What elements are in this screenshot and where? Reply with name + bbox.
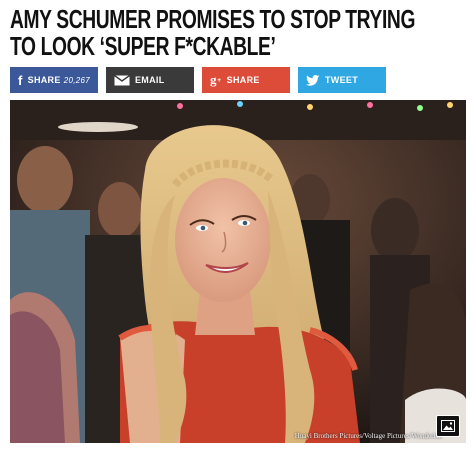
twitter-share-button[interactable]: TWEET [298, 67, 386, 93]
facebook-share-label: SHARE [27, 75, 61, 85]
twitter-icon [306, 74, 320, 86]
photo-image: Huayi Brothers Pictures/Voltage Pictures… [10, 100, 466, 443]
google-plus-share-button[interactable]: g + SHARE [202, 67, 290, 93]
google-plus-share-label: SHARE [226, 75, 260, 85]
article-headline: AMY SCHUMER PROMISES TO STOP TRYING TO L… [10, 4, 416, 61]
google-plus-icon: g + [210, 72, 222, 87]
article-photo[interactable]: Huayi Brothers Pictures/Voltage Pictures… [10, 100, 466, 443]
facebook-icon: f [18, 72, 23, 88]
email-share-button[interactable]: EMAIL [106, 67, 194, 93]
mail-icon [114, 74, 130, 86]
headline-line-1: AMY SCHUMER PROMISES TO STOP TRYING [10, 4, 416, 34]
image-gallery-icon[interactable] [436, 415, 460, 437]
photo-credit: Huayi Brothers Pictures/Voltage Pictures… [295, 432, 443, 440]
facebook-share-button[interactable]: f SHARE 20,267 [10, 67, 98, 93]
email-share-label: EMAIL [135, 75, 165, 85]
twitter-share-label: TWEET [325, 75, 358, 85]
share-bar: f SHARE 20,267 EMAIL g + SHARE TWEET [10, 67, 386, 93]
share-count: 20,267 [63, 75, 90, 85]
headline-line-2: TO LOOK ‘SUPER F*CKABLE’ [10, 31, 276, 61]
